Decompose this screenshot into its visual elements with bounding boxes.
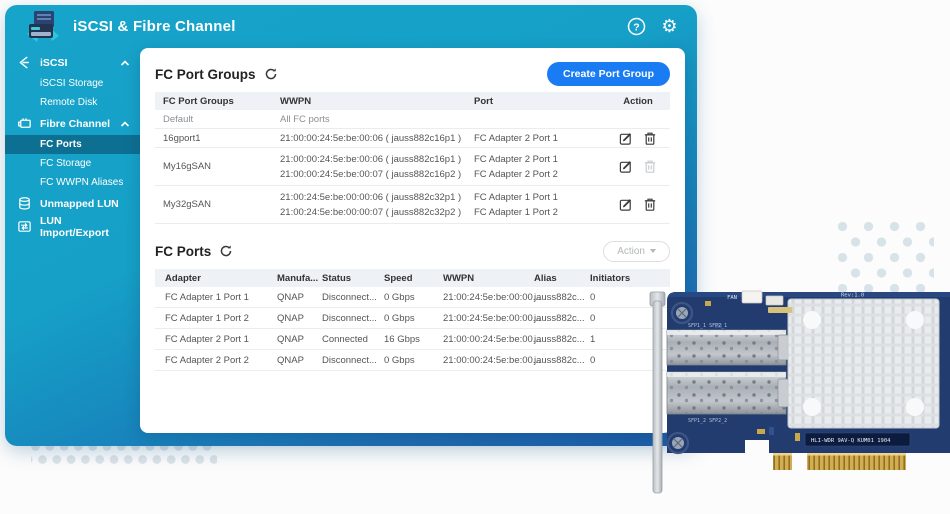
gear-icon[interactable]: ⚙ <box>660 17 679 36</box>
port-group-row-16gport1[interactable]: 16gport1 21:00:00:24:5e:be:00:06 ( jauss… <box>155 129 670 148</box>
sidebar-item-fibre-channel[interactable]: Fibre Channel <box>5 112 140 135</box>
connector <box>766 296 783 305</box>
fc-port-row-3[interactable]: FC Adapter 2 Port 1 QNAP Connected 16 Gb… <box>155 329 670 350</box>
pcie-fingers-long <box>807 453 906 470</box>
content-panel: FC Port Groups Create Port Group FC Port… <box>140 48 685 433</box>
sfp-cage-2 <box>667 372 788 414</box>
chevron-up-icon <box>120 58 130 68</box>
refresh-icon[interactable] <box>264 67 278 81</box>
rev-label: Rev:1.0 <box>841 293 864 299</box>
delete-icon-disabled <box>643 159 657 174</box>
fc-adapter-card-image: FAN Rev:1.0 SFP1_1 SFP2_1 SFP1_2 SFP2_2 … <box>645 287 950 514</box>
fc-port-row-4[interactable]: FC Adapter 2 Port 2 QNAP Disconnect... 0… <box>155 350 670 371</box>
edit-icon[interactable] <box>619 131 633 146</box>
window-header: iSCSI & Fibre Channel ? ⚙ <box>5 5 697 47</box>
fc-ports-table: Adapter Manufa... Status Speed WWPN Alia… <box>155 269 670 371</box>
fan-label: FAN <box>727 295 737 301</box>
fibre-channel-icon <box>17 116 32 131</box>
create-port-group-button[interactable]: Create Port Group <box>547 62 670 86</box>
app-icon <box>25 8 61 44</box>
svg-text:?: ? <box>633 21 639 33</box>
pin-header <box>768 307 792 313</box>
database-icon <box>17 196 32 211</box>
port-group-row-my32gsan[interactable]: My32gSAN 21:00:24:5e:be:00:00:06 ( jauss… <box>155 186 670 224</box>
window-title: iSCSI & Fibre Channel <box>73 18 236 35</box>
sfp-label-bottom: SFP1_2 SFP2_2 <box>688 418 727 424</box>
help-icon[interactable]: ? <box>627 17 646 36</box>
port-groups-table-header: FC Port Groups WWPN Port Action <box>155 92 670 110</box>
fc-ports-header: FC Ports Action <box>155 238 670 264</box>
fan-connector <box>742 291 762 303</box>
port-groups-title: FC Port Groups <box>155 67 256 82</box>
sidebar-item-fc-wwpn-aliases[interactable]: FC WWPN Aliases <box>5 173 140 192</box>
dropdown-caret-icon <box>650 249 656 253</box>
decorative-dots-left <box>31 442 217 470</box>
sidebar-item-remote-disk[interactable]: Remote Disk <box>5 93 140 112</box>
delete-icon[interactable] <box>643 197 657 212</box>
sidebar-item-fc-storage[interactable]: FC Storage <box>5 154 140 173</box>
edit-icon[interactable] <box>619 197 633 212</box>
fc-port-row-1[interactable]: FC Adapter 1 Port 1 QNAP Disconnect... 0… <box>155 287 670 308</box>
sfp-label-top: SFP1_1 SFP2_1 <box>688 323 727 329</box>
sidebar-item-unmapped-lun[interactable]: Unmapped LUN <box>5 192 140 215</box>
port-group-row-my16gsan[interactable]: My16gSAN 21:00:00:24:5e:be:00:06 ( jauss… <box>155 148 670 186</box>
part-number-label: HLI-WDR 9AV-Q KUM01 1904 <box>805 433 910 446</box>
iscsi-icon <box>17 55 32 70</box>
iscsi-fc-window: iSCSI & Fibre Channel ? ⚙ iSCSI <box>5 5 697 446</box>
delete-icon[interactable] <box>643 131 657 146</box>
port-groups-header: FC Port Groups Create Port Group <box>155 61 670 87</box>
sidebar-item-fc-ports[interactable]: FC Ports <box>5 135 140 154</box>
edit-icon[interactable] <box>619 159 633 174</box>
import-export-icon <box>17 219 32 234</box>
sfp-cage-1 <box>667 330 788 365</box>
svg-text:HLI-WDR 9AV-Q KUM01 1904: HLI-WDR 9AV-Q KUM01 1904 <box>811 438 891 444</box>
heatsink <box>788 299 939 428</box>
refresh-icon[interactable] <box>219 244 233 258</box>
chevron-up-icon <box>120 119 130 129</box>
fc-ports-table-header: Adapter Manufa... Status Speed WWPN Alia… <box>155 269 670 287</box>
action-dropdown-button[interactable]: Action <box>603 241 670 262</box>
card-bracket <box>650 292 665 493</box>
port-group-row-default[interactable]: Default All FC ports <box>155 110 670 129</box>
sidebar-item-iscsi[interactable]: iSCSI <box>5 51 140 74</box>
sidebar-item-lun-import-export[interactable]: LUN Import/Export <box>5 215 140 238</box>
port-groups-table: FC Port Groups WWPN Port Action Default … <box>155 92 670 224</box>
pcie-fingers-short <box>773 453 792 470</box>
fc-ports-title: FC Ports <box>155 244 211 259</box>
fc-port-row-2[interactable]: FC Adapter 1 Port 2 QNAP Disconnect... 0… <box>155 308 670 329</box>
sidebar: iSCSI iSCSI Storage Remote Disk Fibre Ch… <box>5 51 140 238</box>
page: iSCSI & Fibre Channel ? ⚙ iSCSI <box>0 0 950 514</box>
sidebar-item-iscsi-storage[interactable]: iSCSI Storage <box>5 74 140 93</box>
